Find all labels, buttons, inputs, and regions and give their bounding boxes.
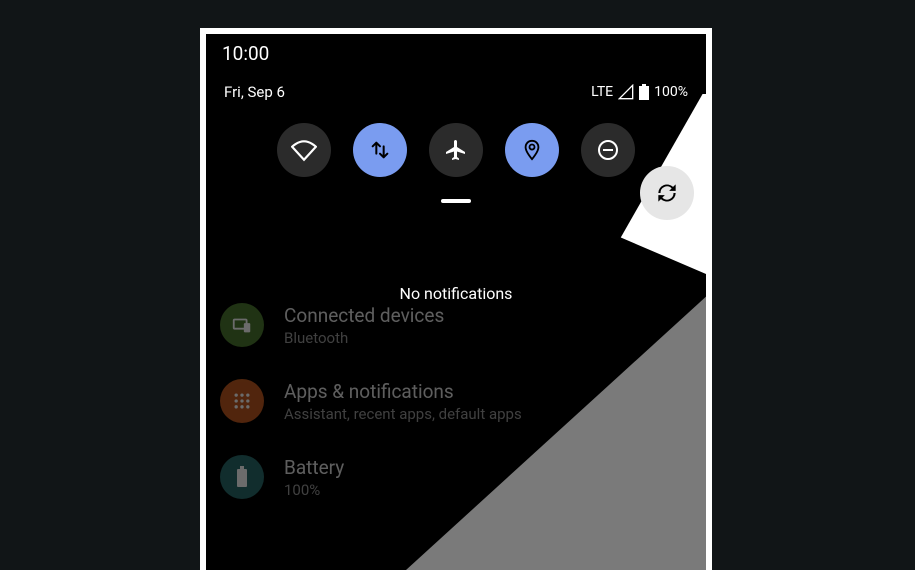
settings-item-sub: Assistant, recent apps, default apps	[284, 405, 522, 423]
settings-item-title: Apps & notifications	[284, 380, 522, 403]
signal-icon	[618, 84, 634, 100]
battery-settings-icon	[220, 455, 264, 499]
qs-dnd-tile[interactable]	[581, 123, 635, 177]
settings-item-apps[interactable]: Apps & notifications Assistant, recent a…	[220, 363, 692, 439]
no-notifications-label: No notifications	[206, 284, 706, 303]
status-row: Fri, Sep 6 LTE 100%	[212, 65, 700, 101]
mobile-data-icon	[369, 139, 391, 161]
settings-item-text: Battery 100%	[284, 456, 344, 499]
connected-devices-icon	[220, 303, 264, 347]
settings-item-sub: 100%	[284, 481, 344, 499]
qs-location-tile[interactable]	[505, 123, 559, 177]
status-clock: 10:00	[212, 34, 700, 65]
qs-auto-rotate-tile[interactable]	[640, 166, 694, 220]
auto-rotate-icon	[654, 180, 680, 206]
location-icon	[521, 139, 543, 161]
wifi-icon	[291, 137, 317, 163]
panel-drag-handle[interactable]	[441, 199, 471, 203]
airplane-icon	[444, 138, 468, 162]
settings-item-title: Connected devices	[284, 304, 444, 327]
qs-wifi-tile[interactable]	[277, 123, 331, 177]
settings-item-sub: Bluetooth	[284, 329, 444, 347]
settings-list: Connected devices Bluetooth Apps & notif…	[206, 287, 706, 515]
device-screen: 10:00 Fri, Sep 6 LTE 100%	[206, 34, 706, 570]
quick-settings-tiles	[212, 123, 700, 177]
qs-airplane-tile[interactable]	[429, 123, 483, 177]
status-date: Fri, Sep 6	[224, 83, 285, 101]
status-right: LTE 100%	[591, 84, 688, 100]
network-type-label: LTE	[591, 84, 613, 100]
qs-auto-rotate-container	[640, 166, 694, 220]
apps-icon	[220, 379, 264, 423]
dnd-icon	[596, 138, 620, 162]
qs-mobile-data-tile[interactable]	[353, 123, 407, 177]
battery-icon	[639, 84, 649, 100]
settings-item-text: Apps & notifications Assistant, recent a…	[284, 380, 522, 423]
settings-item-title: Battery	[284, 456, 344, 479]
settings-item-text: Connected devices Bluetooth	[284, 304, 444, 347]
battery-percent: 100%	[654, 84, 688, 100]
settings-item-battery[interactable]: Battery 100%	[220, 439, 692, 515]
device-frame: 10:00 Fri, Sep 6 LTE 100%	[200, 28, 712, 570]
